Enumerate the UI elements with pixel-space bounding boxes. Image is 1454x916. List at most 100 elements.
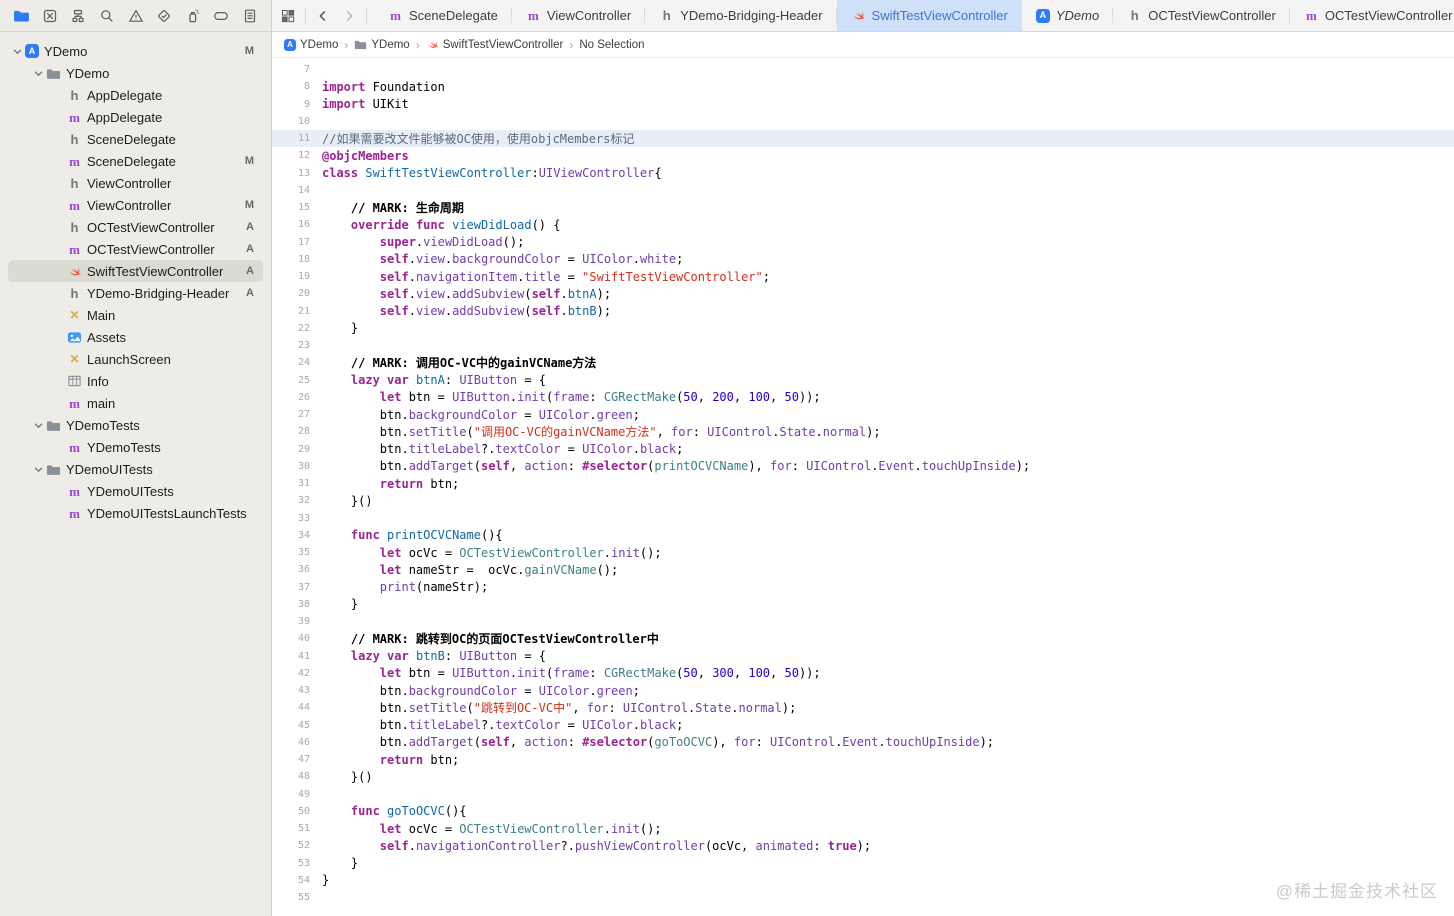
line-number[interactable]: 48 [272, 771, 310, 782]
code-line-51[interactable]: 51 let ocVc = OCTestViewController.init(… [272, 820, 1454, 837]
code-line-34[interactable]: 34 func printOCVCName(){ [272, 527, 1454, 544]
code-line-49[interactable]: 49 [272, 786, 1454, 803]
line-number[interactable]: 24 [272, 357, 310, 368]
sidebar-item-SceneDelegate[interactable]: m SceneDelegate M [8, 150, 263, 172]
code-line-24[interactable]: 24 // MARK: 调用OC-VC中的gainVCName方法 [272, 354, 1454, 371]
sidebar-item-YDemoUITests[interactable]: YDemoUITests [8, 458, 263, 480]
line-number[interactable]: 35 [272, 547, 310, 558]
line-number[interactable]: 32 [272, 495, 310, 506]
line-number[interactable]: 49 [272, 789, 310, 800]
line-number[interactable]: 17 [272, 237, 310, 248]
code-line-8[interactable]: 8 import Foundation [272, 78, 1454, 95]
code-line-19[interactable]: 19 self.navigationItem.title = "SwiftTes… [272, 268, 1454, 285]
code-line-46[interactable]: 46 btn.addTarget(self, action: #selector… [272, 734, 1454, 751]
chevron-down-icon[interactable] [31, 68, 46, 79]
source-control-navigator-icon[interactable] [39, 5, 61, 27]
sidebar-item-OCTestViewController[interactable]: m OCTestViewController A [8, 238, 263, 260]
code-line-31[interactable]: 31 return btn; [272, 475, 1454, 492]
code-line-21[interactable]: 21 self.view.addSubview(self.btnB); [272, 303, 1454, 320]
sidebar-item-AppDelegate[interactable]: h AppDelegate [8, 84, 263, 106]
code-line-45[interactable]: 45 btn.titleLabel?.textColor = UIColor.b… [272, 717, 1454, 734]
line-number[interactable]: 46 [272, 737, 310, 748]
code-line-50[interactable]: 50 func goToOCVC(){ [272, 803, 1454, 820]
code-line-9[interactable]: 9 import UIKit [272, 96, 1454, 113]
line-number[interactable]: 8 [272, 81, 310, 92]
find-navigator-icon[interactable] [96, 5, 118, 27]
line-number[interactable]: 16 [272, 219, 310, 230]
line-number[interactable]: 15 [272, 202, 310, 213]
test-navigator-icon[interactable] [153, 5, 175, 27]
breadcrumb-item-YDemo[interactable]: YDemo [354, 38, 410, 51]
line-number[interactable]: 36 [272, 564, 310, 575]
tab-ViewController[interactable]: m ViewController [512, 0, 646, 31]
code-line-22[interactable]: 22 } [272, 320, 1454, 337]
code-line-44[interactable]: 44 btn.setTitle("跳转到OC-VC中", for: UICont… [272, 699, 1454, 716]
line-number[interactable]: 19 [272, 271, 310, 282]
back-button[interactable] [311, 5, 335, 27]
chevron-down-icon[interactable] [31, 420, 46, 431]
forward-button[interactable] [337, 5, 361, 27]
line-number[interactable]: 54 [272, 875, 310, 886]
code-line-28[interactable]: 28 btn.setTitle("调用OC-VC的gainVCName方法", … [272, 423, 1454, 440]
code-line-11[interactable]: 11 //如果需要改文件能够被OC使用，使用objcMembers标记 [272, 130, 1454, 148]
sidebar-item-main[interactable]: m main [8, 392, 263, 414]
sidebar-item-SceneDelegate[interactable]: h SceneDelegate [8, 128, 263, 150]
line-number[interactable]: 45 [272, 720, 310, 731]
code-line-42[interactable]: 42 let btn = UIButton.init(frame: CGRect… [272, 665, 1454, 682]
line-number[interactable]: 34 [272, 530, 310, 541]
code-line-43[interactable]: 43 btn.backgroundColor = UIColor.green; [272, 682, 1454, 699]
line-number[interactable]: 50 [272, 806, 310, 817]
code-line-39[interactable]: 39 [272, 613, 1454, 630]
code-line-32[interactable]: 32 }() [272, 492, 1454, 509]
tab-SwiftTestViewController[interactable]: SwiftTestViewController [836, 0, 1022, 31]
line-number[interactable]: 10 [272, 116, 310, 127]
chevron-down-icon[interactable] [10, 46, 25, 57]
line-number[interactable]: 51 [272, 823, 310, 834]
tab-OCTestViewController[interactable]: m OCTestViewController [1290, 0, 1454, 31]
code-line-36[interactable]: 36 let nameStr = ocVc.gainVCName(); [272, 561, 1454, 578]
code-line-40[interactable]: 40 // MARK: 跳转到OC的页面OCTestViewController… [272, 630, 1454, 647]
code-line-16[interactable]: 16 override func viewDidLoad() { [272, 216, 1454, 233]
code-line-10[interactable]: 10 [272, 113, 1454, 130]
tab-SceneDelegate[interactable]: m SceneDelegate [374, 0, 512, 31]
debug-navigator-icon[interactable] [182, 5, 204, 27]
sidebar-item-YDemo[interactable]: A YDemo M [8, 40, 263, 62]
line-number[interactable]: 20 [272, 288, 310, 299]
line-number[interactable]: 40 [272, 633, 310, 644]
tab-YDemo[interactable]: A YDemo [1022, 0, 1114, 31]
line-number[interactable]: 18 [272, 254, 310, 265]
line-number[interactable]: 55 [272, 892, 310, 903]
chevron-down-icon[interactable] [31, 464, 46, 475]
code-line-15[interactable]: 15 // MARK: 生命周期 [272, 199, 1454, 216]
line-number[interactable]: 21 [272, 306, 310, 317]
sidebar-item-LaunchScreen[interactable]: ✕ LaunchScreen [8, 348, 263, 370]
line-number[interactable]: 23 [272, 340, 310, 351]
sidebar-item-Main[interactable]: ✕ Main [8, 304, 263, 326]
sidebar-item-Assets[interactable]: Assets [8, 326, 263, 348]
code-line-48[interactable]: 48 }() [272, 768, 1454, 785]
editor-grid-icon[interactable] [276, 5, 300, 27]
line-number[interactable]: 29 [272, 444, 310, 455]
line-number[interactable]: 9 [272, 99, 310, 110]
breadcrumb-item-SwiftTestViewController[interactable]: SwiftTestViewController [426, 38, 563, 51]
line-number[interactable]: 13 [272, 168, 310, 179]
code-line-37[interactable]: 37 print(nameStr); [272, 579, 1454, 596]
code-line-47[interactable]: 47 return btn; [272, 751, 1454, 768]
breakpoint-navigator-icon[interactable] [210, 5, 232, 27]
symbol-navigator-icon[interactable] [67, 5, 89, 27]
code-line-30[interactable]: 30 btn.addTarget(self, action: #selector… [272, 458, 1454, 475]
line-number[interactable]: 31 [272, 478, 310, 489]
line-number[interactable]: 41 [272, 651, 310, 662]
code-line-25[interactable]: 25 lazy var btnA: UIButton = { [272, 372, 1454, 389]
tab-OCTestViewController[interactable]: h OCTestViewController [1113, 0, 1290, 31]
sidebar-item-YDemo-Bridging-Header[interactable]: h YDemo-Bridging-Header A [8, 282, 263, 304]
line-number[interactable]: 38 [272, 599, 310, 610]
breadcrumb-item-No Selection[interactable]: No Selection [579, 39, 644, 51]
report-navigator-icon[interactable] [239, 5, 261, 27]
code-line-41[interactable]: 41 lazy var btnB: UIButton = { [272, 648, 1454, 665]
line-number[interactable]: 43 [272, 685, 310, 696]
line-number[interactable]: 33 [272, 513, 310, 524]
sidebar-item-Info[interactable]: Info [8, 370, 263, 392]
code-line-52[interactable]: 52 self.navigationController?.pushViewCo… [272, 837, 1454, 854]
code-line-14[interactable]: 14 [272, 182, 1454, 199]
